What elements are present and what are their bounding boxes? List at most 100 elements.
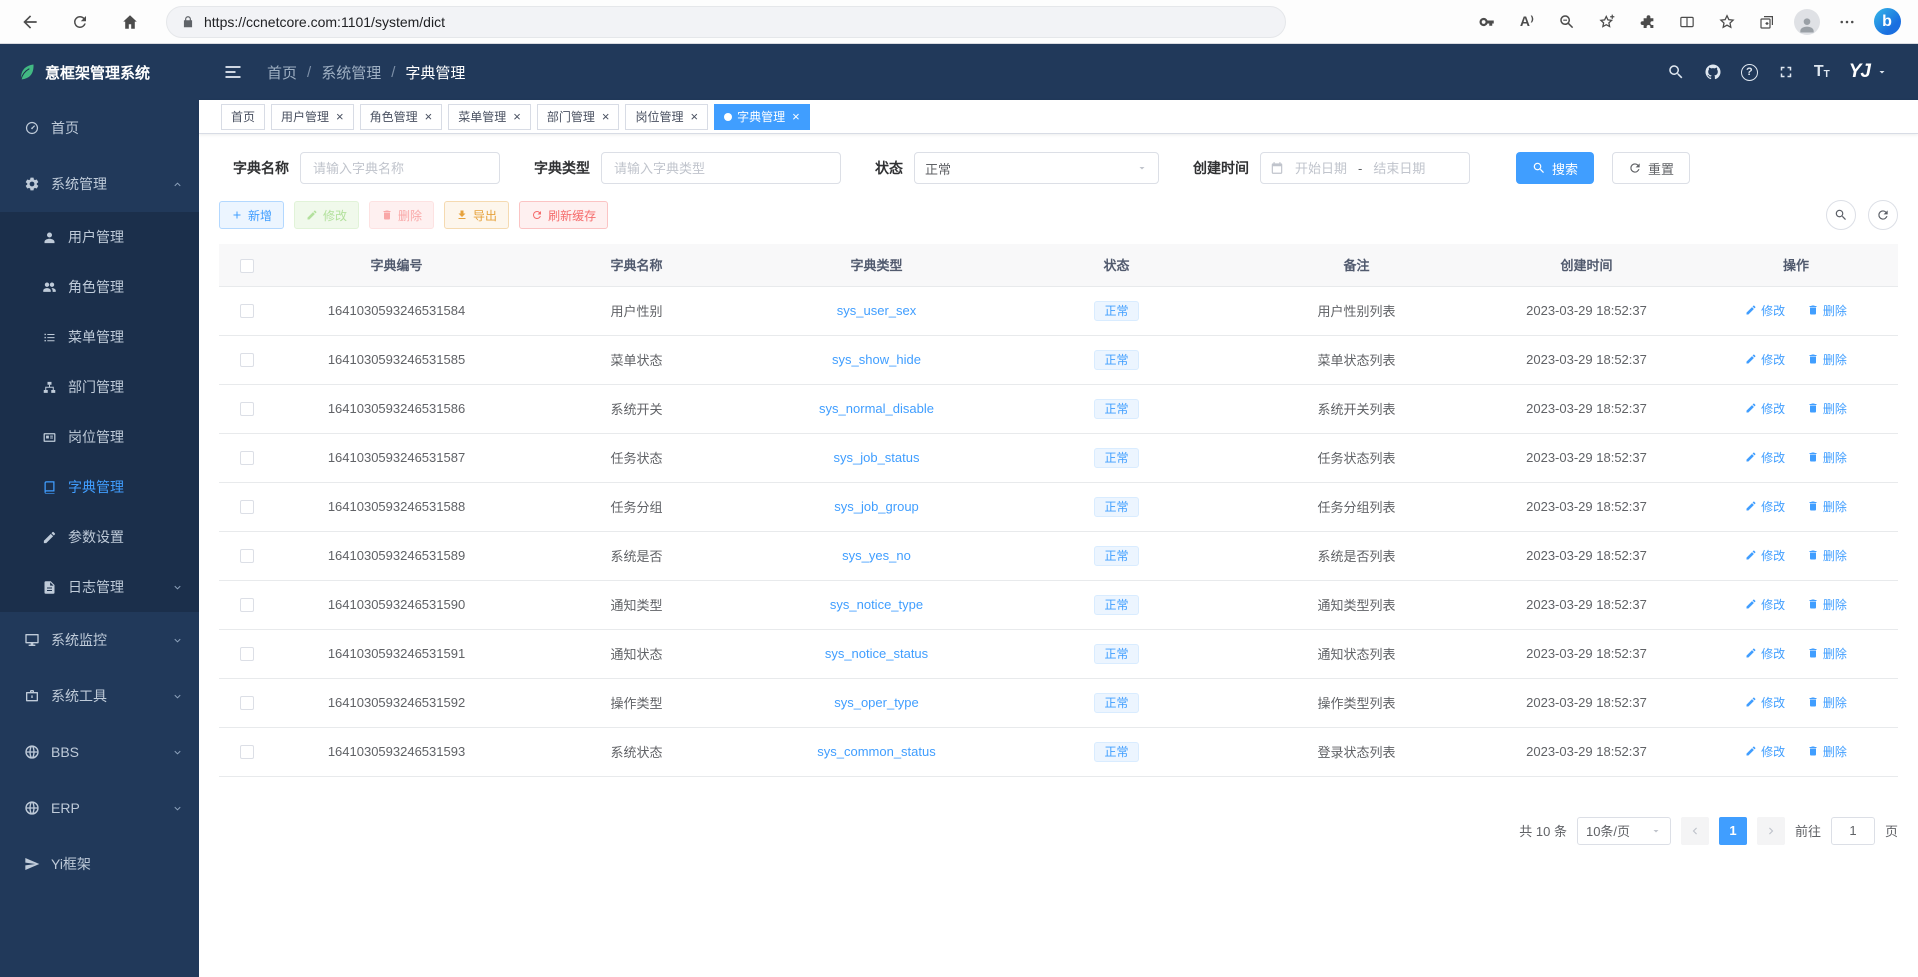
sidebar-item-system-tools[interactable]: 系统工具 xyxy=(0,668,199,724)
bing-icon[interactable]: b xyxy=(1868,5,1906,39)
row-edit-button[interactable]: 修改 xyxy=(1745,694,1785,711)
start-date-input[interactable] xyxy=(1290,161,1352,176)
next-page-button[interactable] xyxy=(1757,817,1785,845)
reset-button[interactable]: 重置 xyxy=(1612,152,1690,184)
browser-back-button[interactable] xyxy=(12,5,48,39)
font-size-icon[interactable]: TT xyxy=(1814,64,1830,80)
tab[interactable]: 菜单管理 × xyxy=(448,104,531,130)
sidebar-item-yi-framework[interactable]: Yi框架 xyxy=(0,836,199,892)
sidebar-item-dict-mgmt[interactable]: 字典管理 xyxy=(0,462,199,512)
address-bar[interactable]: https://ccnetcore.com:1101/system/dict xyxy=(166,6,1286,38)
dict-type-link[interactable]: sys_job_status xyxy=(834,450,920,465)
row-checkbox[interactable] xyxy=(240,353,254,367)
row-edit-button[interactable]: 修改 xyxy=(1745,743,1785,760)
end-date-input[interactable] xyxy=(1368,161,1430,176)
breadcrumb-home[interactable]: 首页 xyxy=(267,62,297,83)
tab-close-icon[interactable]: × xyxy=(423,110,433,123)
read-aloud-icon[interactable]: A⁾ xyxy=(1508,5,1546,39)
dict-type-link[interactable]: sys_show_hide xyxy=(832,352,921,367)
sidebar-item-menu-mgmt[interactable]: 菜单管理 xyxy=(0,312,199,362)
refresh-table-button[interactable] xyxy=(1868,200,1898,230)
date-range-picker[interactable]: - xyxy=(1260,152,1470,184)
tab-close-icon[interactable]: × xyxy=(790,110,800,123)
row-checkbox[interactable] xyxy=(240,647,254,661)
dict-type-link[interactable]: sys_normal_disable xyxy=(819,401,934,416)
add-favorite-icon[interactable] xyxy=(1588,5,1626,39)
site-lock-icon[interactable] xyxy=(181,15,195,29)
prev-page-button[interactable] xyxy=(1681,817,1709,845)
sidebar-item-role-mgmt[interactable]: 角色管理 xyxy=(0,262,199,312)
select-all-checkbox[interactable] xyxy=(240,259,254,273)
row-edit-button[interactable]: 修改 xyxy=(1745,596,1785,613)
sidebar-item-system-monitor[interactable]: 系统监控 xyxy=(0,612,199,668)
refresh-cache-button[interactable]: 刷新缓存 xyxy=(519,201,608,229)
row-checkbox[interactable] xyxy=(240,304,254,318)
row-edit-button[interactable]: 修改 xyxy=(1745,449,1785,466)
edit-button[interactable]: 修改 xyxy=(294,201,359,229)
tab-close-icon[interactable]: × xyxy=(511,110,521,123)
toggle-search-button[interactable] xyxy=(1826,200,1856,230)
sidebar-item-param-settings[interactable]: 参数设置 xyxy=(0,512,199,562)
fullscreen-icon[interactable] xyxy=(1777,63,1795,81)
sidebar-item-erp[interactable]: ERP xyxy=(0,780,199,836)
row-delete-button[interactable]: 删除 xyxy=(1807,547,1847,564)
row-checkbox[interactable] xyxy=(240,500,254,514)
tab[interactable]: 首页 xyxy=(221,104,265,130)
collections-icon[interactable] xyxy=(1748,5,1786,39)
sidebar-item-system-mgmt[interactable]: 系统管理 xyxy=(0,156,199,212)
dict-type-link[interactable]: sys_yes_no xyxy=(842,548,911,563)
browser-settings-dots-icon[interactable] xyxy=(1828,5,1866,39)
search-button[interactable]: 搜索 xyxy=(1516,152,1594,184)
row-delete-button[interactable]: 删除 xyxy=(1807,694,1847,711)
row-checkbox[interactable] xyxy=(240,402,254,416)
goto-page-input[interactable] xyxy=(1831,817,1875,845)
add-button[interactable]: 新增 xyxy=(219,201,284,229)
tab-close-icon[interactable]: × xyxy=(600,110,610,123)
sidebar-item-dept-mgmt[interactable]: 部门管理 xyxy=(0,362,199,412)
split-screen-icon[interactable] xyxy=(1668,5,1706,39)
favorites-icon[interactable] xyxy=(1708,5,1746,39)
help-icon[interactable]: ? xyxy=(1741,64,1758,81)
tab[interactable]: 用户管理 × xyxy=(271,104,354,130)
tab[interactable]: 字典管理 × xyxy=(714,104,810,130)
tab[interactable]: 角色管理 × xyxy=(360,104,443,130)
page-size-select[interactable]: 10条/页 xyxy=(1577,817,1671,845)
row-delete-button[interactable]: 删除 xyxy=(1807,645,1847,662)
dict-type-link[interactable]: sys_job_group xyxy=(834,499,919,514)
dict-type-link[interactable]: sys_user_sex xyxy=(837,303,916,318)
tab-close-icon[interactable]: × xyxy=(688,110,698,123)
row-delete-button[interactable]: 删除 xyxy=(1807,498,1847,515)
tab[interactable]: 部门管理 × xyxy=(537,104,620,130)
row-edit-button[interactable]: 修改 xyxy=(1745,302,1785,319)
row-checkbox[interactable] xyxy=(240,451,254,465)
browser-home-button[interactable] xyxy=(112,5,148,39)
dict-name-input[interactable] xyxy=(300,152,500,184)
dict-type-input[interactable] xyxy=(601,152,841,184)
status-select[interactable]: 正常 xyxy=(914,152,1159,184)
row-checkbox[interactable] xyxy=(240,598,254,612)
row-delete-button[interactable]: 删除 xyxy=(1807,449,1847,466)
profile-avatar[interactable] xyxy=(1788,5,1826,39)
row-delete-button[interactable]: 删除 xyxy=(1807,351,1847,368)
row-edit-button[interactable]: 修改 xyxy=(1745,645,1785,662)
app-logo[interactable]: 意框架管理系统 xyxy=(0,44,199,100)
breadcrumb-system-mgmt[interactable]: 系统管理 xyxy=(321,62,381,83)
row-delete-button[interactable]: 删除 xyxy=(1807,400,1847,417)
sidebar-item-user-mgmt[interactable]: 用户管理 xyxy=(0,212,199,262)
extensions-icon[interactable] xyxy=(1628,5,1666,39)
sidebar-item-home[interactable]: 首页 xyxy=(0,100,199,156)
github-icon[interactable] xyxy=(1704,63,1722,81)
dict-type-link[interactable]: sys_common_status xyxy=(817,744,936,759)
tab[interactable]: 岗位管理 × xyxy=(625,104,708,130)
browser-refresh-button[interactable] xyxy=(62,5,98,39)
delete-button[interactable]: 删除 xyxy=(369,201,434,229)
row-delete-button[interactable]: 删除 xyxy=(1807,302,1847,319)
sidebar-item-post-mgmt[interactable]: 岗位管理 xyxy=(0,412,199,462)
export-button[interactable]: 导出 xyxy=(444,201,509,229)
header-search-icon[interactable] xyxy=(1667,63,1685,81)
row-edit-button[interactable]: 修改 xyxy=(1745,351,1785,368)
hamburger-icon[interactable] xyxy=(223,62,243,82)
sidebar-item-bbs[interactable]: BBS xyxy=(0,724,199,780)
row-edit-button[interactable]: 修改 xyxy=(1745,498,1785,515)
tab-close-icon[interactable]: × xyxy=(334,110,344,123)
